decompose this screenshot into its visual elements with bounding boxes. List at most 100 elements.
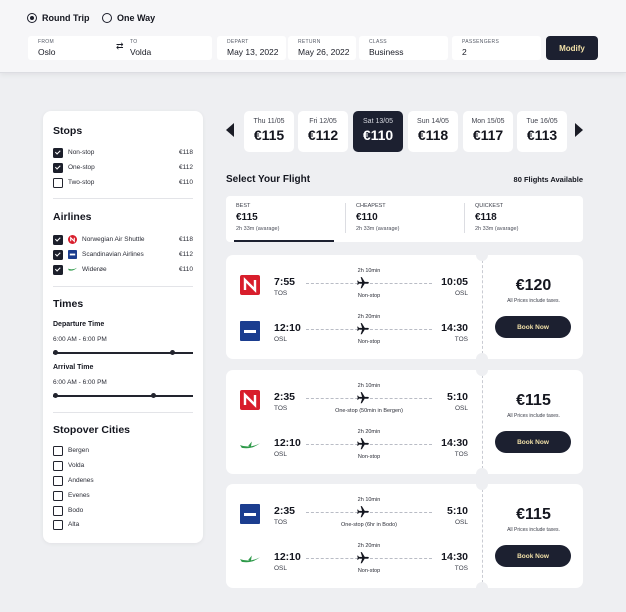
one-way-label: One Way: [117, 13, 156, 23]
stop-option-two-stop[interactable]: Two-stop €110: [53, 177, 193, 188]
departure-airport: TOS: [274, 290, 288, 297]
city-option-andenes[interactable]: Andenes: [53, 475, 193, 486]
book-now-button[interactable]: Book Now: [495, 545, 571, 567]
flight-card: 2:35 TOS 2h 10min One-stop (50min in Ber…: [226, 364, 583, 480]
date-option[interactable]: Thu 11/05 €115: [244, 111, 294, 152]
return-value: May 26, 2022: [298, 47, 350, 57]
passengers-field[interactable]: PASSENGERS 2: [452, 36, 541, 60]
slider-handle-min[interactable]: [53, 393, 58, 398]
book-now-button[interactable]: Book Now: [495, 431, 571, 453]
checkbox-unchecked-icon[interactable]: [53, 445, 63, 456]
date-option[interactable]: Mon 15/05 €117: [463, 111, 513, 152]
modify-button[interactable]: Modify: [546, 36, 598, 60]
airline-option-wideroe[interactable]: Widerøe €110: [53, 264, 193, 275]
airline-option-price: €112: [179, 251, 193, 258]
flight-segments: 2:35 TOS 2h 10min One-stop (6hr in Bodo)…: [226, 484, 482, 588]
arrival-time: 5:10: [446, 505, 468, 517]
date-label: Thu 11/05: [253, 118, 285, 125]
arrival-time-range: 6:00 AM - 6:00 PM: [53, 379, 107, 386]
tab-cheapest[interactable]: CHEAPEST €110 2h 33m (avarage): [346, 196, 465, 242]
date-option-selected[interactable]: Sat 13/05 €110: [353, 111, 403, 152]
airplane-icon: [356, 391, 370, 405]
arrival-time-slider[interactable]: [53, 393, 193, 398]
airplane-icon: [356, 437, 370, 451]
swap-icon[interactable]: ⇄: [116, 41, 124, 52]
departure-time-slider[interactable]: [53, 350, 193, 355]
stop-option-price: €110: [179, 179, 193, 186]
city-option-label: Andenes: [68, 477, 94, 484]
tab-price: €118: [475, 212, 497, 223]
passengers-value: 2: [462, 47, 467, 57]
arrival-time: 10:05: [441, 276, 468, 288]
flight-duration: 2h 20min: [357, 543, 381, 549]
stop-option-non-stop[interactable]: Non-stop €118: [53, 147, 193, 158]
depart-field[interactable]: DEPART May 13, 2022: [217, 36, 286, 60]
checkbox-checked-icon[interactable]: [53, 162, 63, 173]
checkbox-unchecked-icon[interactable]: [53, 177, 63, 188]
airline-option-sas[interactable]: Scandinavian Airlines €112: [53, 249, 193, 260]
divider: [53, 286, 193, 287]
date-option[interactable]: Tue 16/05 €113: [517, 111, 567, 152]
departure-time: 7:55: [274, 276, 296, 288]
slider-handle-min[interactable]: [53, 350, 58, 355]
flight-stops: Non-stop: [357, 339, 381, 345]
city-option-evenes[interactable]: Evenes: [53, 490, 193, 501]
departure-airport: OSL: [274, 336, 288, 343]
return-field[interactable]: RETURN May 26, 2022: [288, 36, 356, 60]
arrival-airport: OSL: [454, 290, 468, 297]
next-dates-arrow-icon[interactable]: [575, 123, 583, 137]
checkbox-checked-icon[interactable]: [53, 264, 63, 275]
checkbox-unchecked-icon[interactable]: [53, 460, 63, 471]
arrival-airport: TOS: [454, 336, 468, 343]
flight-stops: One-stop (6hr in Bodo): [341, 522, 397, 528]
tab-best[interactable]: BEST €115 2h 33m (avarage): [226, 196, 345, 242]
tab-quickest[interactable]: QUICKEST €118 2h 33m (avarage): [465, 196, 583, 242]
depart-value: May 13, 2022: [227, 47, 279, 57]
departure-airport: OSL: [274, 451, 288, 458]
airline-option-label: Scandinavian Airlines: [82, 251, 144, 258]
arrival-airport: TOS: [454, 451, 468, 458]
stop-option-price: €112: [179, 164, 193, 171]
active-tab-indicator: [234, 240, 334, 242]
checkbox-unchecked-icon[interactable]: [53, 505, 63, 516]
slider-handle-max[interactable]: [170, 350, 175, 355]
checkbox-unchecked-icon[interactable]: [53, 519, 63, 530]
checkbox-checked-icon[interactable]: [53, 234, 63, 245]
checkbox-unchecked-icon[interactable]: [53, 475, 63, 486]
flight-price-panel: €120 All Prices include taxes. Book Now: [482, 255, 583, 359]
date-price: €118: [417, 127, 449, 143]
date-option[interactable]: Sun 14/05 €118: [408, 111, 458, 152]
flight-price-panel: €115 All Prices include taxes. Book Now: [482, 484, 583, 588]
slider-handle-max[interactable]: [151, 393, 156, 398]
class-field[interactable]: CLASS Business: [359, 36, 448, 60]
ticket-notch: [476, 364, 488, 376]
flight-stops: Non-stop: [357, 568, 381, 574]
stop-option-label: Non-stop: [68, 149, 95, 156]
flight-stops: Non-stop: [357, 293, 381, 299]
stop-option-one-stop[interactable]: One-stop €112: [53, 162, 193, 173]
airline-option-norwegian[interactable]: Norwegian Air Shuttle €118: [53, 234, 193, 245]
checkbox-checked-icon[interactable]: [53, 249, 63, 260]
date-label: Tue 16/05: [526, 118, 558, 125]
round-trip-radio[interactable]: Round Trip: [27, 13, 90, 23]
wideroe-logo-icon: [240, 550, 260, 570]
search-panel: Round Trip One Way FROM Oslo TO Volda ⇄ …: [0, 0, 626, 73]
city-option-alta[interactable]: Alta: [53, 519, 193, 530]
city-option-volda[interactable]: Volda: [53, 460, 193, 471]
tab-label: CHEAPEST: [356, 203, 386, 209]
previous-dates-arrow-icon[interactable]: [226, 123, 234, 137]
checkbox-checked-icon[interactable]: [53, 147, 63, 158]
norwegian-logo-icon: [240, 390, 260, 410]
city-option-bodo[interactable]: Bodo: [53, 505, 193, 516]
date-option[interactable]: Fri 12/05 €112: [298, 111, 348, 152]
stop-option-label: One-stop: [68, 164, 95, 171]
class-label: CLASS: [369, 39, 387, 45]
one-way-radio[interactable]: One Way: [102, 13, 155, 23]
departure-airport: TOS: [274, 519, 288, 526]
stopover-cities-title: Stopover Cities: [53, 424, 131, 436]
checkbox-unchecked-icon[interactable]: [53, 490, 63, 501]
tab-label: BEST: [236, 203, 251, 209]
stop-option-label: Two-stop: [68, 179, 95, 186]
book-now-button[interactable]: Book Now: [495, 316, 571, 338]
city-option-bergen[interactable]: Bergen: [53, 445, 193, 456]
